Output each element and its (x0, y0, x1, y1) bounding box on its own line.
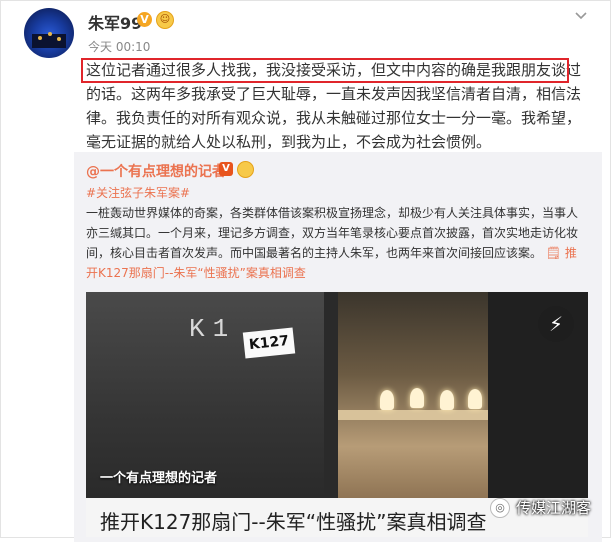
avatar-light (38, 36, 42, 40)
article-photo: K1 K127 ⚡ 一个有点理想的记者 (86, 292, 588, 498)
avatar[interactable] (24, 8, 74, 58)
play-icon[interactable]: ⚡ (538, 306, 574, 342)
door-plate-k127: K127 (242, 327, 296, 359)
room-lamp (440, 390, 454, 410)
room-lamp (468, 389, 482, 409)
post-time[interactable]: 今天 00:10 (88, 38, 150, 55)
wechat-icon: ◎ (490, 497, 510, 518)
avatar-skyline (32, 34, 66, 48)
door-plate-k1: K1 (189, 314, 237, 344)
retweet-body: 一桩轰动世界媒体的奇案，各类群体借该案积极宣扬理念，却极少有人关注具体事实，当事… (86, 203, 586, 283)
photo-caption: 一个有点理想的记者 (100, 471, 218, 486)
hashtag-link[interactable]: #关注弦子朱军案# (86, 184, 190, 201)
verified-badge-icon: V (137, 12, 152, 27)
watermark-text: 传媒江湖客 (516, 499, 592, 517)
room-lamp (380, 390, 394, 410)
door-frame (324, 292, 338, 498)
avatar-light (48, 32, 52, 36)
avatar-light (57, 37, 61, 41)
room-lamp (410, 388, 424, 408)
emoji-face-icon: ☺ (156, 11, 174, 29)
retweet-author[interactable]: @一个有点理想的记者 (86, 161, 226, 181)
post-text-rest: 话。这两年多我承受了巨大耻辱，一直未发声因我坚信清者自清，相信法律。我负责任的对… (86, 85, 582, 151)
watermark: ◎ 传媒江湖客 (490, 497, 591, 518)
article-title: 推开K127那扇门--朱军“性骚扰”案真相调查 (100, 510, 487, 534)
retweet-body-text: 一桩轰动世界媒体的奇案，各类群体借该案积极宣扬理念，却极少有人关注具体事实，当事… (86, 206, 579, 260)
highlight-box (81, 58, 569, 83)
chevron-down-icon[interactable] (573, 8, 589, 24)
retweet-verified-icon: V (219, 162, 233, 176)
emoji-face-icon (237, 161, 254, 178)
username[interactable]: 朱军99 (88, 10, 142, 34)
